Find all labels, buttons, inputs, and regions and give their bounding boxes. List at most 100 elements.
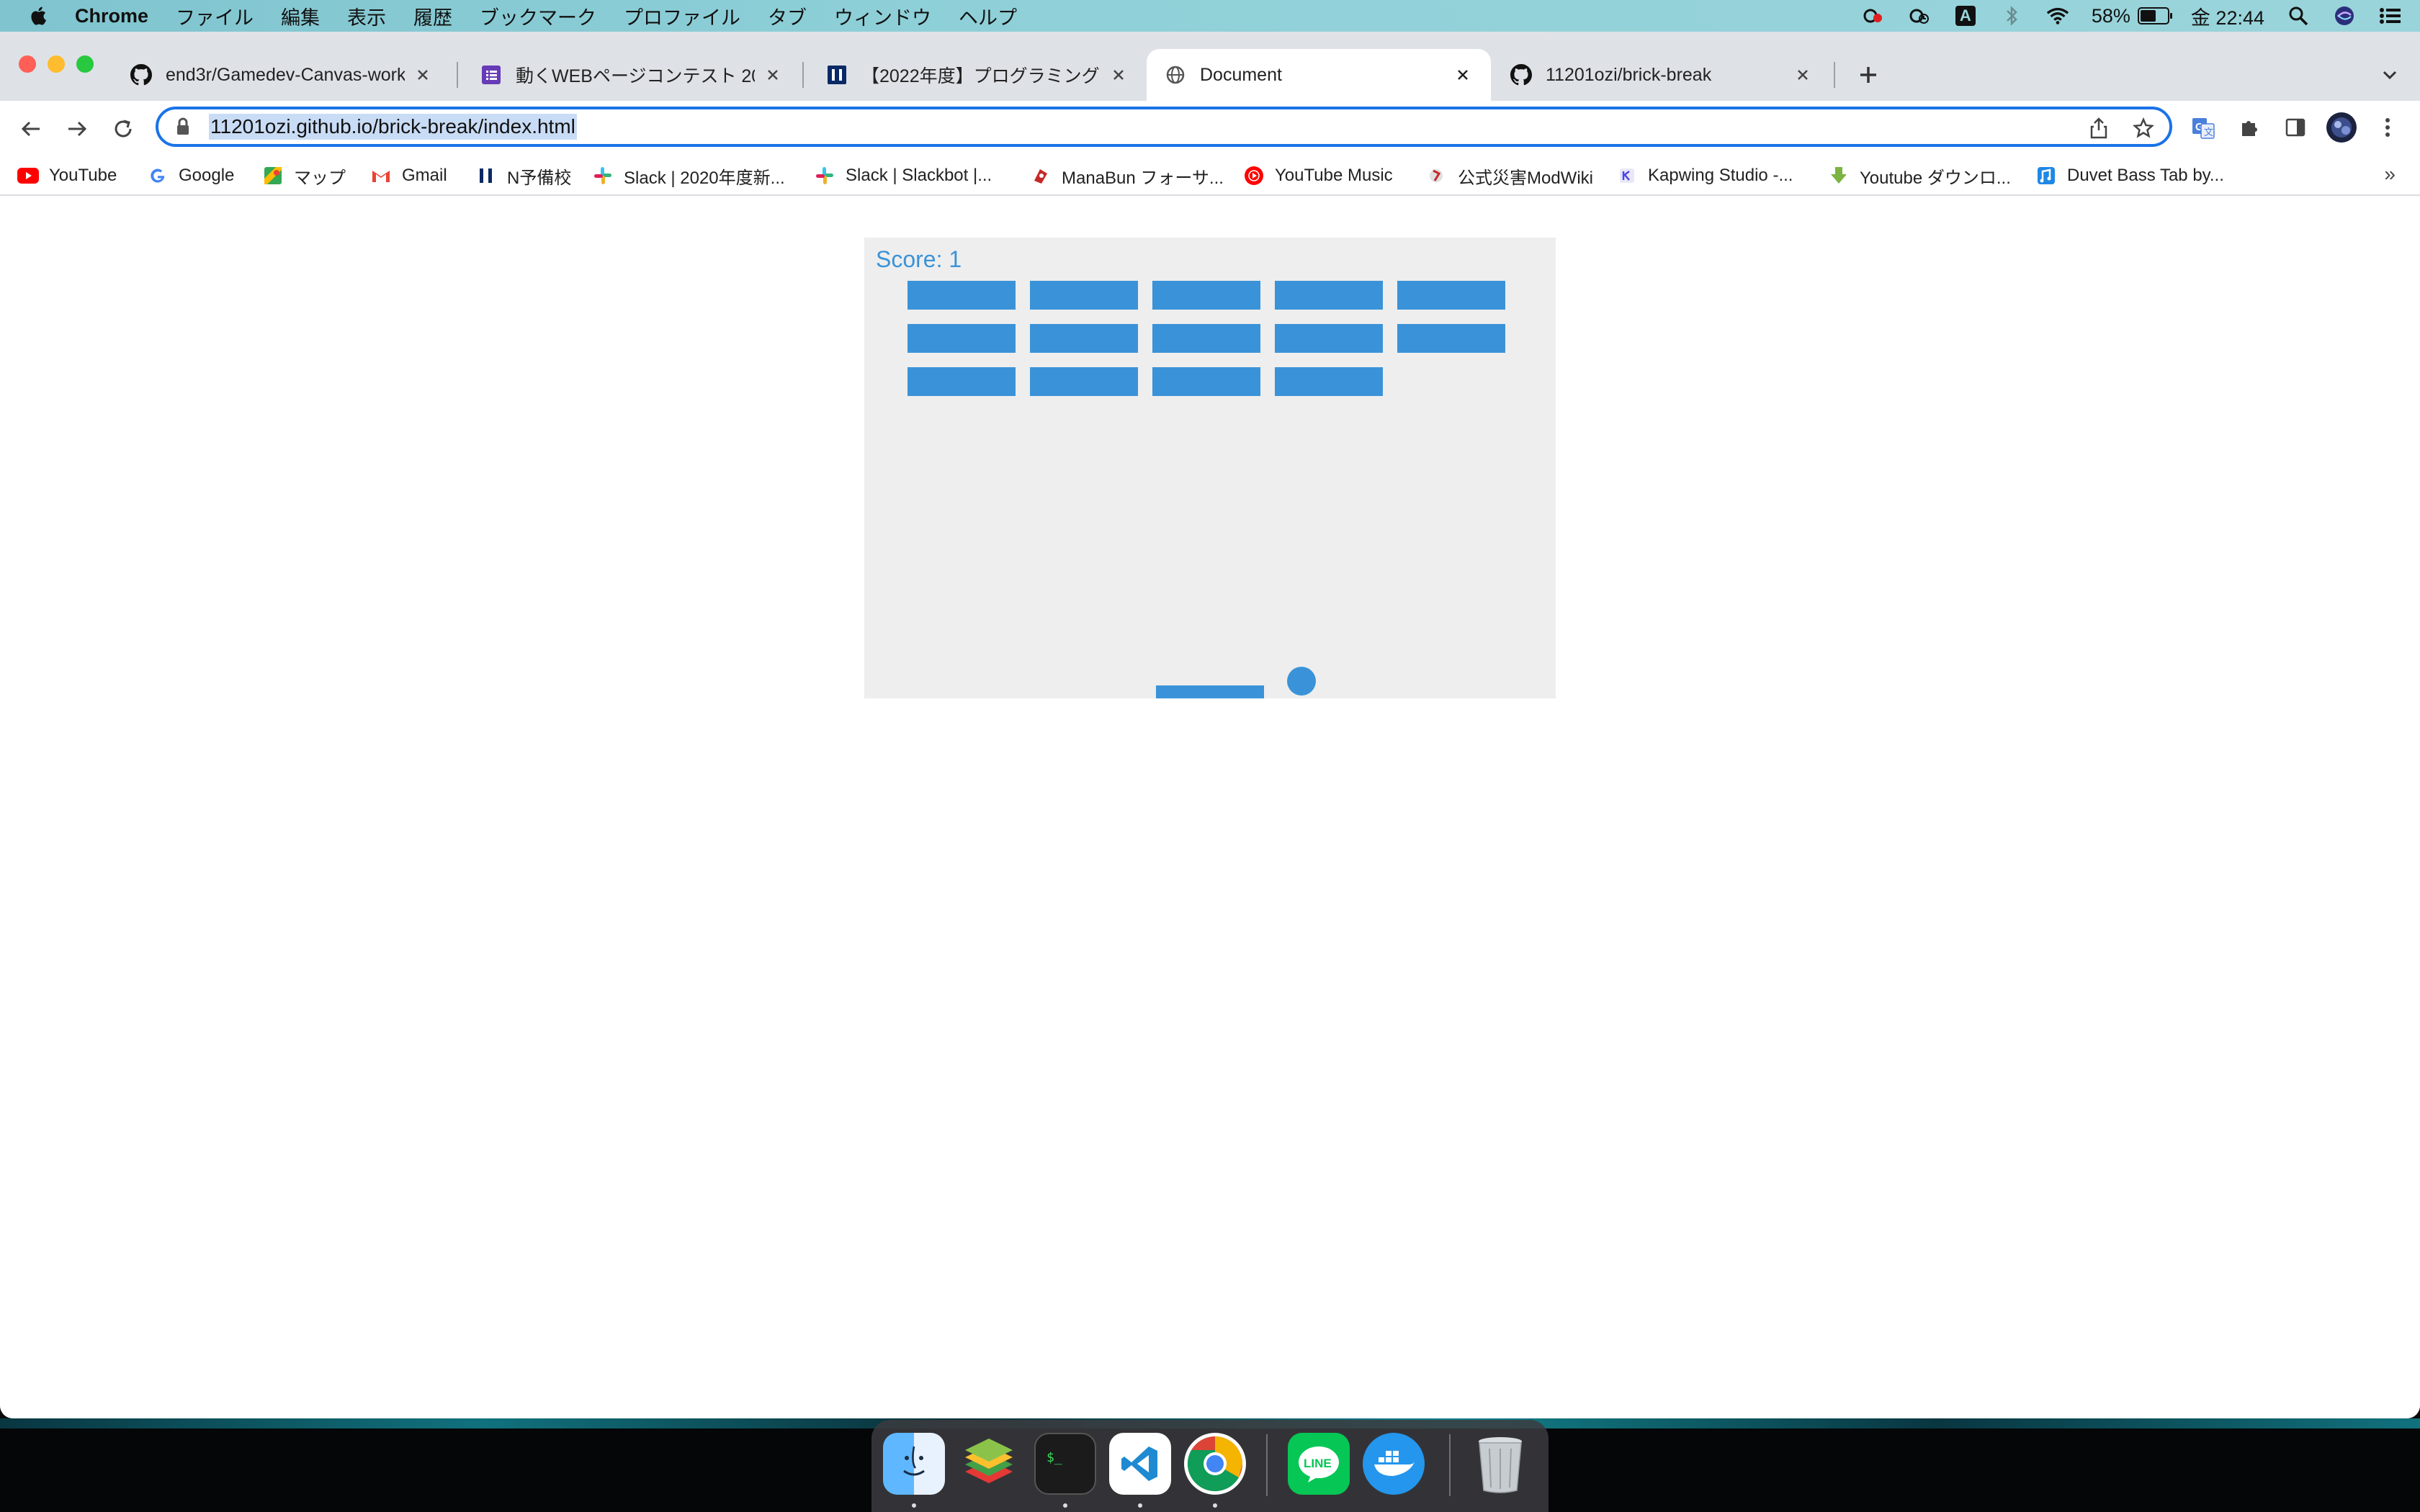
dock-separator: [1266, 1434, 1268, 1496]
bookmark-duvet-bass-tab[interactable]: Duvet Bass Tab by...: [2035, 161, 2224, 190]
menu-profile[interactable]: プロファイル: [624, 2, 740, 30]
tab-brick-break-repo[interactable]: 11201ozi/brick-break: [1492, 49, 1831, 101]
close-icon[interactable]: [1108, 64, 1129, 86]
bookmark-google[interactable]: Google: [147, 161, 234, 190]
menu-view[interactable]: 表示: [347, 2, 386, 30]
arrow-right-icon: [68, 121, 87, 137]
macos-dock: $_ LINE: [871, 1420, 1549, 1512]
arrow-left-icon: [21, 121, 40, 137]
lock-icon[interactable]: [176, 117, 193, 137]
bookmark-kapwing[interactable]: Kapwing Studio -...: [1616, 161, 1793, 190]
chrome-menu-icon[interactable]: [2371, 111, 2404, 144]
terminal-icon[interactable]: $_: [1034, 1433, 1096, 1495]
bookmark-youtube-music[interactable]: YouTube Music: [1243, 161, 1393, 190]
address-bar[interactable]: 11201ozi.github.io/brick-break/index.htm…: [156, 107, 2172, 147]
close-icon[interactable]: [1792, 64, 1814, 86]
bookmark-modwiki[interactable]: 公式災害ModWiki: [1426, 161, 1593, 190]
slack-icon: [592, 165, 614, 186]
close-icon[interactable]: [1452, 64, 1474, 86]
game-canvas[interactable]: Score: 1: [864, 238, 1556, 698]
line-label: LINE: [1304, 1457, 1332, 1470]
bookmark-label: Kapwing Studio -...: [1648, 166, 1793, 185]
menu-file[interactable]: ファイル: [176, 2, 254, 30]
side-panel-icon[interactable]: [2279, 111, 2312, 144]
tab-separator: [802, 62, 804, 88]
finder-icon[interactable]: [883, 1433, 945, 1495]
docker-icon[interactable]: [1363, 1433, 1425, 1495]
creative-cloud-icon[interactable]: [1861, 5, 1886, 27]
bookmark-n-yobiko[interactable]: N予備校: [475, 161, 571, 190]
bookmark-gmail[interactable]: Gmail: [370, 161, 447, 190]
bookmark-label: マップ: [294, 168, 346, 188]
bookmark-label: Slack | Slackbot |...: [846, 166, 992, 185]
sync-status-icon[interactable]: [1907, 5, 1932, 27]
tab-gamedev-canvas[interactable]: end3r/Gamedev-Canvas-works: [112, 49, 451, 101]
battery-status[interactable]: 58%: [2091, 4, 2172, 27]
tab-separator: [1834, 62, 1835, 88]
menu-history[interactable]: 履歴: [413, 2, 452, 30]
line-icon[interactable]: LINE: [1288, 1433, 1350, 1495]
forward-button[interactable]: [60, 112, 94, 145]
brick-r3-c4: [1275, 367, 1383, 396]
tab-search-button[interactable]: [2374, 59, 2406, 91]
brick-r1-c2: [1030, 281, 1138, 310]
bookmark-slackbot[interactable]: Slack | Slackbot |...: [814, 161, 992, 190]
new-tab-button[interactable]: [1852, 59, 1884, 91]
forms-icon: [480, 63, 503, 86]
bluestacks-icon[interactable]: [958, 1433, 1020, 1495]
apple-icon[interactable]: [29, 5, 50, 27]
menu-help[interactable]: ヘルプ: [959, 2, 1017, 30]
input-mode-label: A: [1955, 6, 1976, 26]
url-text[interactable]: 11201ozi.github.io/brick-break/index.htm…: [209, 114, 577, 140]
brick-r2-c1: [908, 324, 1016, 353]
close-icon[interactable]: [762, 64, 784, 86]
running-indicator: [1063, 1503, 1067, 1508]
tab-web-contest[interactable]: 動くWEBページコンテスト 2022: [462, 49, 801, 101]
tab-separator: [457, 62, 458, 88]
zoom-window-button[interactable]: [76, 55, 94, 73]
n-yobiko-icon: [475, 165, 497, 186]
bookmark-label: N予備校: [507, 168, 572, 188]
menu-bookmarks[interactable]: ブックマーク: [480, 2, 596, 30]
svg-text:$_: $_: [1047, 1450, 1062, 1465]
tab-document-active[interactable]: Document: [1147, 49, 1491, 101]
spotlight-search-icon[interactable]: [2286, 5, 2311, 27]
share-icon[interactable]: [2084, 114, 2113, 143]
running-indicator: [1138, 1503, 1142, 1508]
tab-title: 【2022年度】プログラミング入門: [861, 66, 1101, 86]
tab-icon: [2035, 165, 2057, 186]
bluetooth-icon[interactable]: [1999, 5, 2024, 27]
bookmark-youtube[interactable]: YouTube: [17, 161, 117, 190]
vscode-icon[interactable]: [1109, 1433, 1171, 1495]
close-icon[interactable]: [412, 64, 434, 86]
trash-icon[interactable]: [1469, 1433, 1531, 1495]
minimize-window-button[interactable]: [48, 55, 65, 73]
bookmark-slack-2020[interactable]: Slack | 2020年度新...: [592, 161, 785, 190]
bookmark-youtube-download[interactable]: Youtube ダウンロ...: [1828, 161, 2011, 190]
reload-button[interactable]: [107, 112, 140, 145]
bookmarks-overflow-button[interactable]: »: [2384, 163, 2396, 186]
profile-avatar-icon[interactable]: [2325, 111, 2358, 144]
wifi-icon[interactable]: [2045, 5, 2070, 27]
menu-window[interactable]: ウィンドウ: [834, 2, 931, 30]
google-translate-icon[interactable]: G文: [2187, 111, 2220, 144]
bookmark-star-icon[interactable]: [2129, 114, 2158, 143]
chrome-icon[interactable]: [1184, 1433, 1246, 1495]
battery-percent: 58%: [2091, 4, 2130, 27]
tab-programming-intro[interactable]: 【2022年度】プログラミング入門: [808, 49, 1147, 101]
extensions-puzzle-icon[interactable]: [2233, 111, 2266, 144]
back-button[interactable]: [14, 112, 48, 145]
bookmark-maps[interactable]: マップ: [262, 161, 346, 190]
bookmark-manabun[interactable]: ManaBun フォーサ...: [1030, 161, 1224, 190]
menu-tab[interactable]: タブ: [768, 2, 807, 30]
close-window-button[interactable]: [19, 55, 36, 73]
menubar-clock[interactable]: 金 22:44: [2191, 2, 2264, 30]
menu-edit[interactable]: 編集: [281, 2, 320, 30]
menu-app-name[interactable]: Chrome: [75, 5, 148, 27]
siri-icon[interactable]: [2332, 5, 2357, 27]
control-center-icon[interactable]: [2378, 5, 2403, 27]
bookmark-label: Duvet Bass Tab by...: [2067, 166, 2224, 185]
input-source-icon[interactable]: A: [1953, 5, 1978, 27]
paddle[interactable]: [1156, 685, 1264, 698]
ball: [1287, 667, 1316, 696]
